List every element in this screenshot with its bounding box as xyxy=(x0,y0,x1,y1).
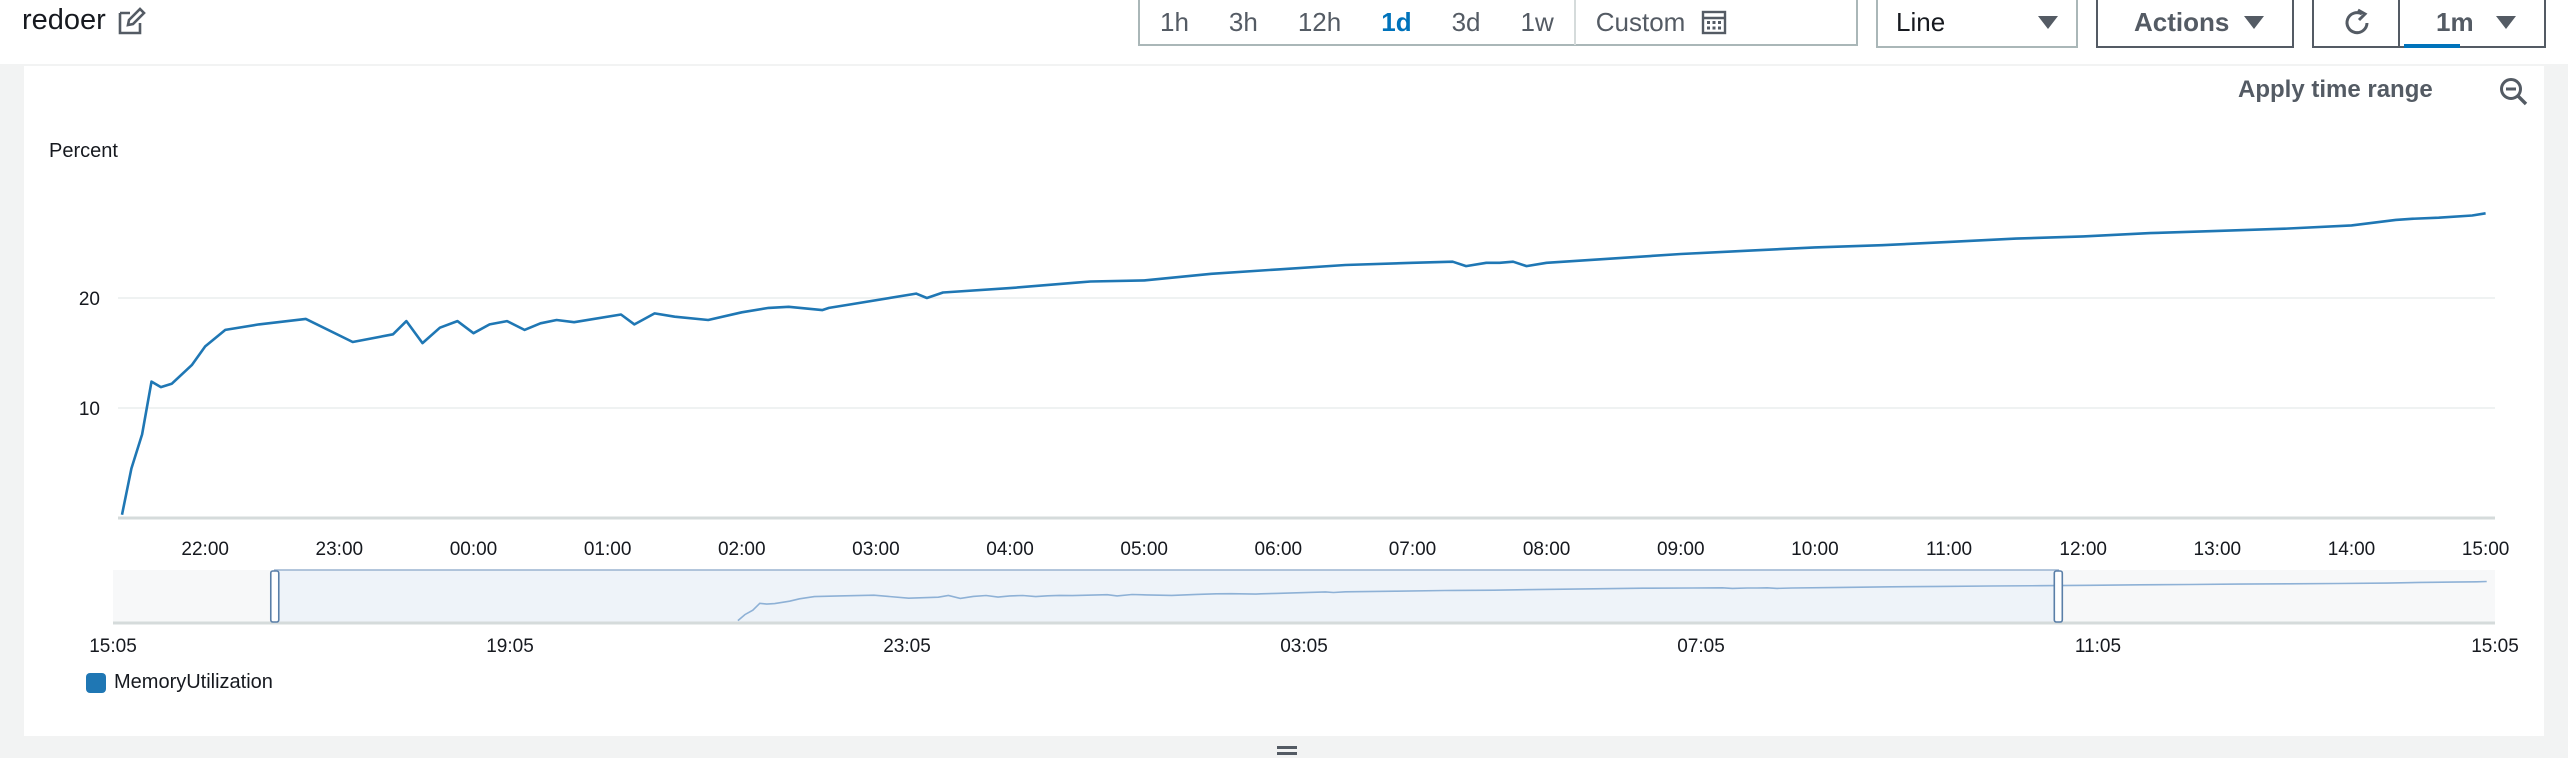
chevron-down-icon xyxy=(2244,16,2264,29)
custom-range-button[interactable]: Custom xyxy=(1576,0,1744,44)
legend-label: MemoryUtilization xyxy=(114,671,273,693)
range-button-1h[interactable]: 1h xyxy=(1140,0,1209,44)
range-buttons: 1h 3h 12h 1d 3d 1w xyxy=(1140,0,1574,44)
range-button-12h[interactable]: 12h xyxy=(1278,0,1361,44)
range-button-1d[interactable]: 1d xyxy=(1361,0,1431,44)
calendar-icon xyxy=(1702,10,1727,35)
chevron-down-icon xyxy=(2038,16,2058,29)
custom-range-label: Custom xyxy=(1595,7,1686,37)
apply-time-range-button[interactable]: Apply time range xyxy=(2238,76,2433,104)
edit-icon[interactable] xyxy=(116,7,146,37)
range-button-1w[interactable]: 1w xyxy=(1501,0,1574,44)
refresh-progress-bar xyxy=(2404,44,2460,48)
chart-card xyxy=(24,66,2544,736)
resize-handle[interactable] xyxy=(1277,746,1297,749)
actions-button[interactable]: Actions xyxy=(2096,0,2294,48)
y-axis-label: Percent xyxy=(49,140,118,162)
widget-title: redoer xyxy=(22,4,106,36)
chart-legend[interactable]: MemoryUtilization xyxy=(86,671,273,694)
legend-swatch xyxy=(86,672,106,693)
refresh-button[interactable] xyxy=(2312,0,2400,48)
zoom-out-icon[interactable] xyxy=(2498,76,2528,106)
view-type-select[interactable]: Line xyxy=(1876,0,2078,48)
refresh-interval-select[interactable]: 1m xyxy=(2398,0,2546,48)
range-button-3h[interactable]: 3h xyxy=(1209,0,1278,44)
actions-label: Actions xyxy=(2134,7,2230,37)
refresh-icon xyxy=(2345,8,2369,35)
range-button-3d[interactable]: 3d xyxy=(1432,0,1501,44)
view-type-value: Line xyxy=(1896,7,1946,37)
chevron-down-icon xyxy=(2496,16,2516,29)
time-range-selector: 1h 3h 12h 1d 3d 1w Custom xyxy=(1138,0,1858,46)
refresh-interval-value: 1m xyxy=(2436,7,2474,37)
resize-handle-line xyxy=(1277,752,1297,755)
